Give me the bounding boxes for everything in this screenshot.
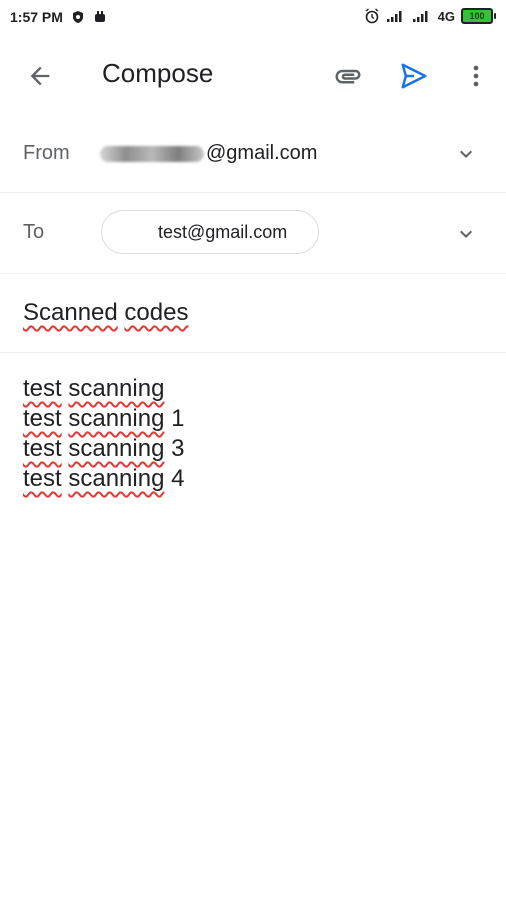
subject-word: codes (124, 299, 189, 326)
to-row: To test@gmail.com (0, 193, 506, 274)
battery-level: 100 (461, 8, 493, 24)
message-body[interactable]: test scanning test scanning 1 test scann… (23, 374, 184, 494)
alarm-icon (364, 8, 380, 24)
status-time: 1:57 PM (10, 9, 63, 25)
paperclip-icon[interactable] (330, 58, 366, 94)
back-arrow-icon[interactable] (22, 58, 58, 94)
body-line: test scanning 1 (23, 405, 185, 432)
battery-icon: 100 (461, 8, 496, 24)
to-label: To (23, 221, 45, 243)
body-line: test scanning (23, 375, 165, 402)
from-address[interactable]: @gmail.com (100, 142, 317, 165)
notification-app-icon (93, 10, 107, 24)
more-vert-icon[interactable] (462, 58, 490, 94)
app-bar: Compose (0, 36, 506, 114)
network-type: 4G (437, 8, 455, 24)
status-bar: 1:57 PM 4G 100 (0, 0, 506, 36)
signal-icon (386, 9, 406, 23)
send-icon[interactable] (396, 58, 432, 94)
subject-field[interactable]: Scanned codes (23, 299, 188, 327)
from-label: From (23, 142, 70, 164)
recipient-chip[interactable]: test@gmail.com (101, 210, 319, 254)
body-line: test scanning 3 (23, 435, 185, 462)
signal-icon (412, 9, 432, 23)
vpn-shield-icon (71, 10, 85, 24)
body-line: test scanning 4 (23, 465, 185, 492)
redacted-username (100, 145, 204, 162)
from-row: From @gmail.com (0, 114, 506, 193)
subject-row[interactable]: Scanned codes (0, 274, 506, 353)
chevron-down-icon[interactable] (454, 222, 478, 246)
status-left: 1:57 PM (10, 9, 107, 25)
page-title: Compose (102, 58, 214, 88)
recipient-email: test@gmail.com (158, 222, 288, 242)
from-domain: @gmail.com (206, 142, 318, 164)
chevron-down-icon[interactable] (454, 142, 478, 166)
subject-word: Scanned (23, 299, 118, 326)
status-right: 4G 100 (364, 8, 496, 24)
